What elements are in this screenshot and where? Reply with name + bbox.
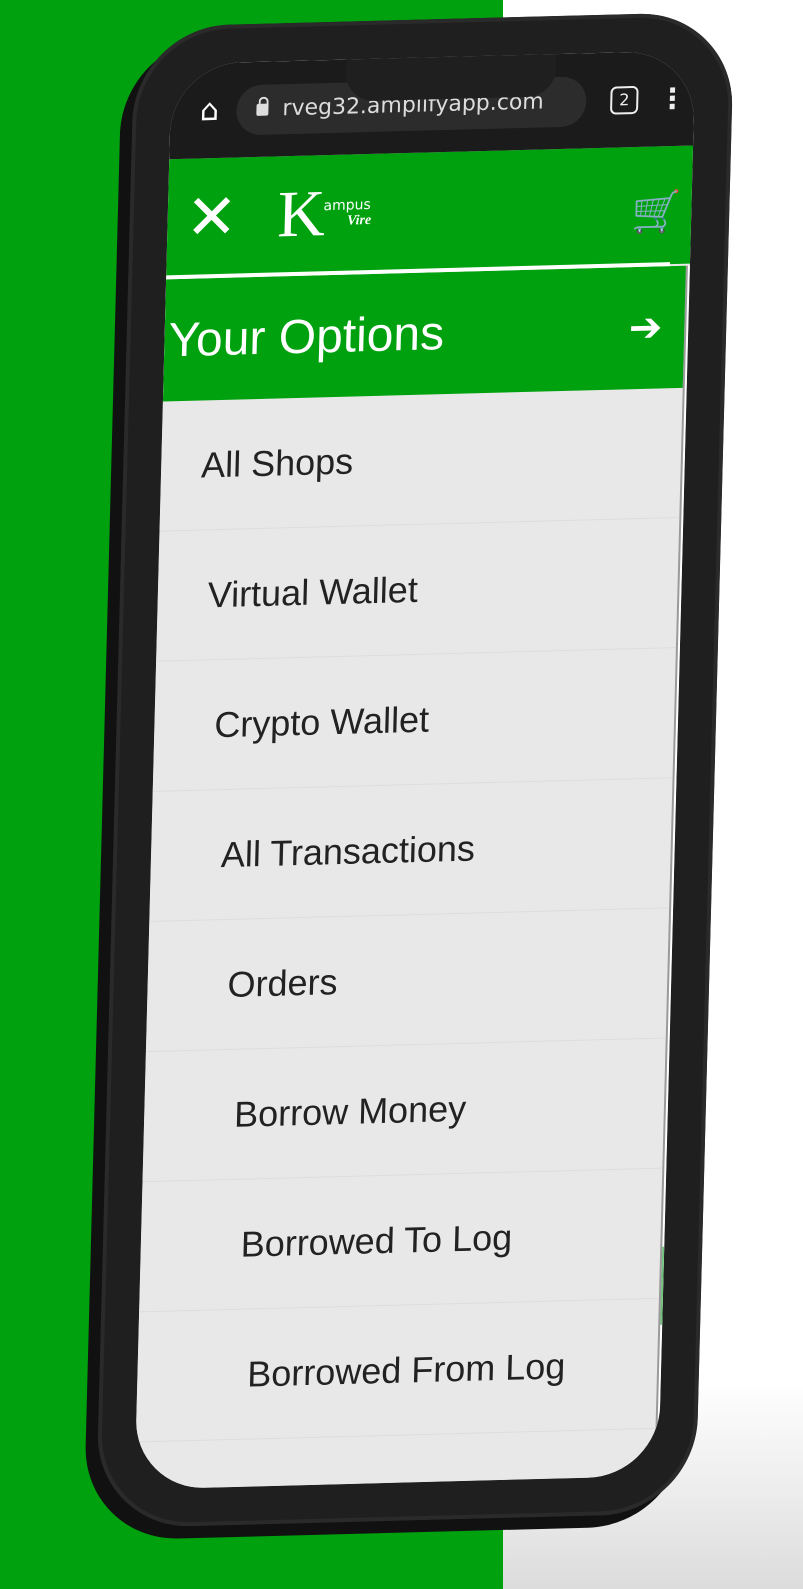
logo-bottom-text: Vire [346, 212, 372, 229]
menu-item-label: Orders [227, 960, 339, 1005]
menu-item-crypto-wallet[interactable]: Crypto Wallet [152, 648, 676, 792]
app-logo: K ampus Vire [276, 177, 372, 252]
menu-item-label: All Shops [200, 439, 354, 486]
home-icon[interactable]: ⌂ [192, 93, 227, 129]
menu-item-label: All Transactions [220, 826, 476, 875]
close-icon[interactable]: ✕ [185, 179, 239, 253]
menu-item-borrowed-from-log[interactable]: Borrowed From Log [135, 1298, 659, 1443]
cart-icon[interactable]: 🛒 [631, 188, 682, 236]
menu-item-label: Borrowed From Log [246, 1344, 566, 1395]
menu-item-virtual-wallet[interactable]: Virtual Wallet [156, 517, 680, 662]
phone-screen: ⌂ rveg32.amplifyapp.com 2 ⋮ ✕ K ampus Vi… [134, 50, 696, 1490]
options-drawer: Your Options ➔ All Shops Virtual Wallet … [134, 265, 688, 1490]
tab-switcher-button[interactable]: 2 [609, 85, 639, 115]
logo-top-text: ampus [323, 196, 371, 215]
menu-item-borrow-money[interactable]: Borrow Money [142, 1038, 666, 1183]
logout-icon[interactable]: ➔ [628, 304, 663, 351]
drawer-menu-list: All Shops Virtual Wallet Crypto Wallet A… [135, 387, 683, 1443]
logo-text: ampus Vire [323, 197, 372, 230]
menu-item-label: Crypto Wallet [213, 698, 430, 745]
phone-frame: ⌂ rveg32.amplifyapp.com 2 ⋮ ✕ K ampus Vi… [95, 11, 735, 1529]
drawer-title: Your Options [167, 306, 445, 367]
menu-item-all-transactions[interactable]: All Transactions [149, 778, 673, 923]
floating-widget [672, 1080, 696, 1152]
logo-letter: K [276, 177, 321, 252]
menu-item-label: Virtual Wallet [207, 568, 419, 615]
menu-item-label: Borrowed To Log [240, 1216, 513, 1265]
drawer-header: Your Options ➔ [162, 265, 686, 402]
app-header: ✕ K ampus Vire 🛒 [166, 145, 694, 278]
menu-item-borrowed-to-log[interactable]: Borrowed To Log [139, 1168, 663, 1313]
lock-icon [256, 103, 269, 116]
menu-item-label: Borrow Money [233, 1087, 467, 1135]
menu-item-orders[interactable]: Orders [145, 908, 670, 1053]
menu-item-all-shops[interactable]: All Shops [159, 387, 683, 532]
kebab-menu-icon[interactable]: ⋮ [658, 81, 687, 115]
phone-notch [345, 50, 557, 102]
